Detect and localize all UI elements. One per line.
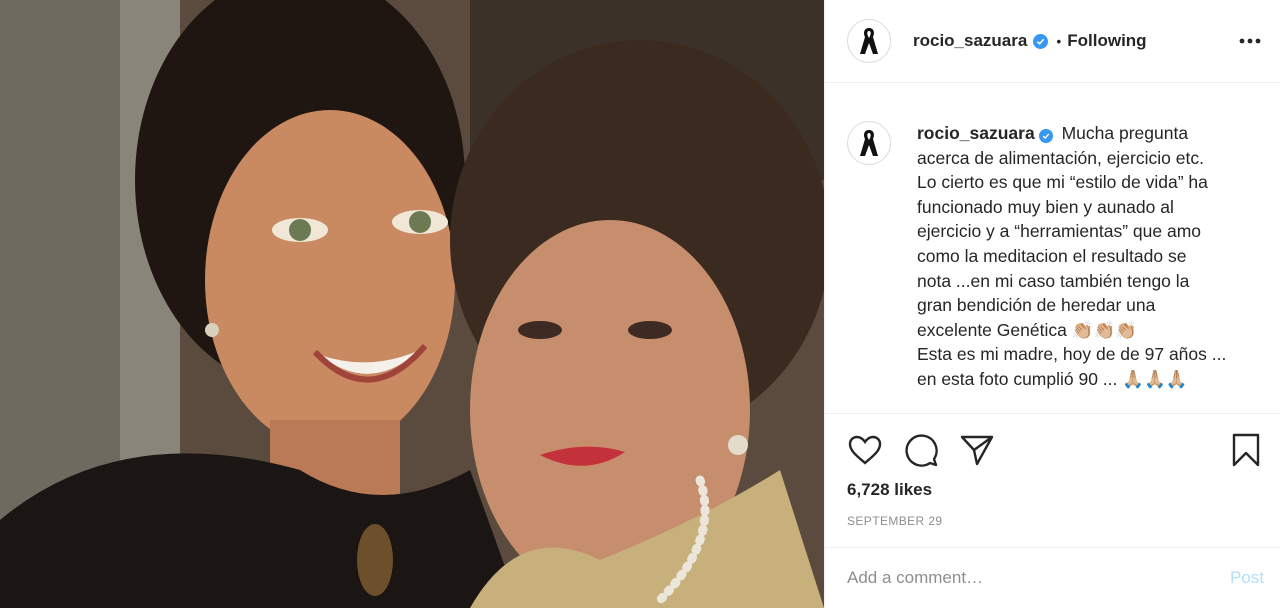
post-comment-button[interactable]: Post: [1230, 568, 1264, 588]
more-options-icon[interactable]: [1236, 31, 1264, 51]
verified-badge-icon: [1033, 33, 1049, 49]
caption-line: funcionado muy bien y aunado al: [917, 196, 1174, 217]
author-avatar[interactable]: [847, 19, 891, 63]
author-username[interactable]: rocio_sazuara: [913, 31, 1027, 51]
comment-icon[interactable]: [903, 432, 939, 468]
post-photo[interactable]: [0, 0, 824, 608]
caption-line: en esta foto cumplió 90 ... 🙏🏼🙏🏼🙏🏼: [917, 368, 1188, 389]
verified-badge-icon: [1038, 129, 1053, 143]
photo-illustration: [0, 0, 824, 608]
share-icon[interactable]: [959, 432, 995, 468]
caption-line: excelente Genética 👏🏼👏🏼👏🏼: [917, 319, 1138, 340]
caption-line: Esta es mi madre, hoy de de 97 años ...: [917, 344, 1227, 365]
following-button[interactable]: Following: [1067, 31, 1146, 51]
caption-author-avatar[interactable]: [847, 121, 891, 165]
black-ribbon-icon: [860, 28, 878, 54]
comment-input[interactable]: [847, 568, 1230, 588]
caption-text: rocio_sazuara Mucha pregunta acerca de a…: [917, 121, 1257, 392]
like-icon[interactable]: [847, 432, 883, 468]
black-ribbon-icon: [860, 130, 878, 156]
post-header: rocio_sazuara • Following: [825, 0, 1280, 83]
caption-line: Mucha pregunta: [1061, 123, 1189, 143]
caption-line: como la meditacion el resultado se: [917, 245, 1187, 266]
caption-line: Lo cierto es que mi “estilo de vida” ha: [917, 172, 1208, 193]
caption-line: gran bendición de heredar una: [917, 295, 1156, 316]
action-bar: [825, 413, 1280, 485]
post-dialog: rocio_sazuara • Following rocio_sazuara …: [0, 0, 1280, 608]
bookmark-icon[interactable]: [1228, 432, 1264, 468]
separator-dot: •: [1056, 33, 1062, 49]
caption-line: ejercicio y a “herramientas” que amo: [917, 221, 1202, 242]
caption-line: acerca de alimentación, ejercicio etc.: [917, 147, 1204, 168]
post-sidebar: rocio_sazuara • Following rocio_sazuara …: [824, 0, 1280, 608]
caption-username[interactable]: rocio_sazuara: [917, 123, 1035, 143]
add-comment-bar: Post: [825, 547, 1280, 608]
comments-area[interactable]: rocio_sazuara Mucha pregunta acerca de a…: [825, 83, 1280, 413]
caption-comment: rocio_sazuara Mucha pregunta acerca de a…: [847, 121, 1258, 392]
caption-line: nota ...en mi caso también tengo la: [917, 270, 1190, 291]
likes-count[interactable]: 6,728 likes: [825, 478, 1280, 502]
post-date[interactable]: SEPTEMBER 29: [825, 512, 1280, 530]
